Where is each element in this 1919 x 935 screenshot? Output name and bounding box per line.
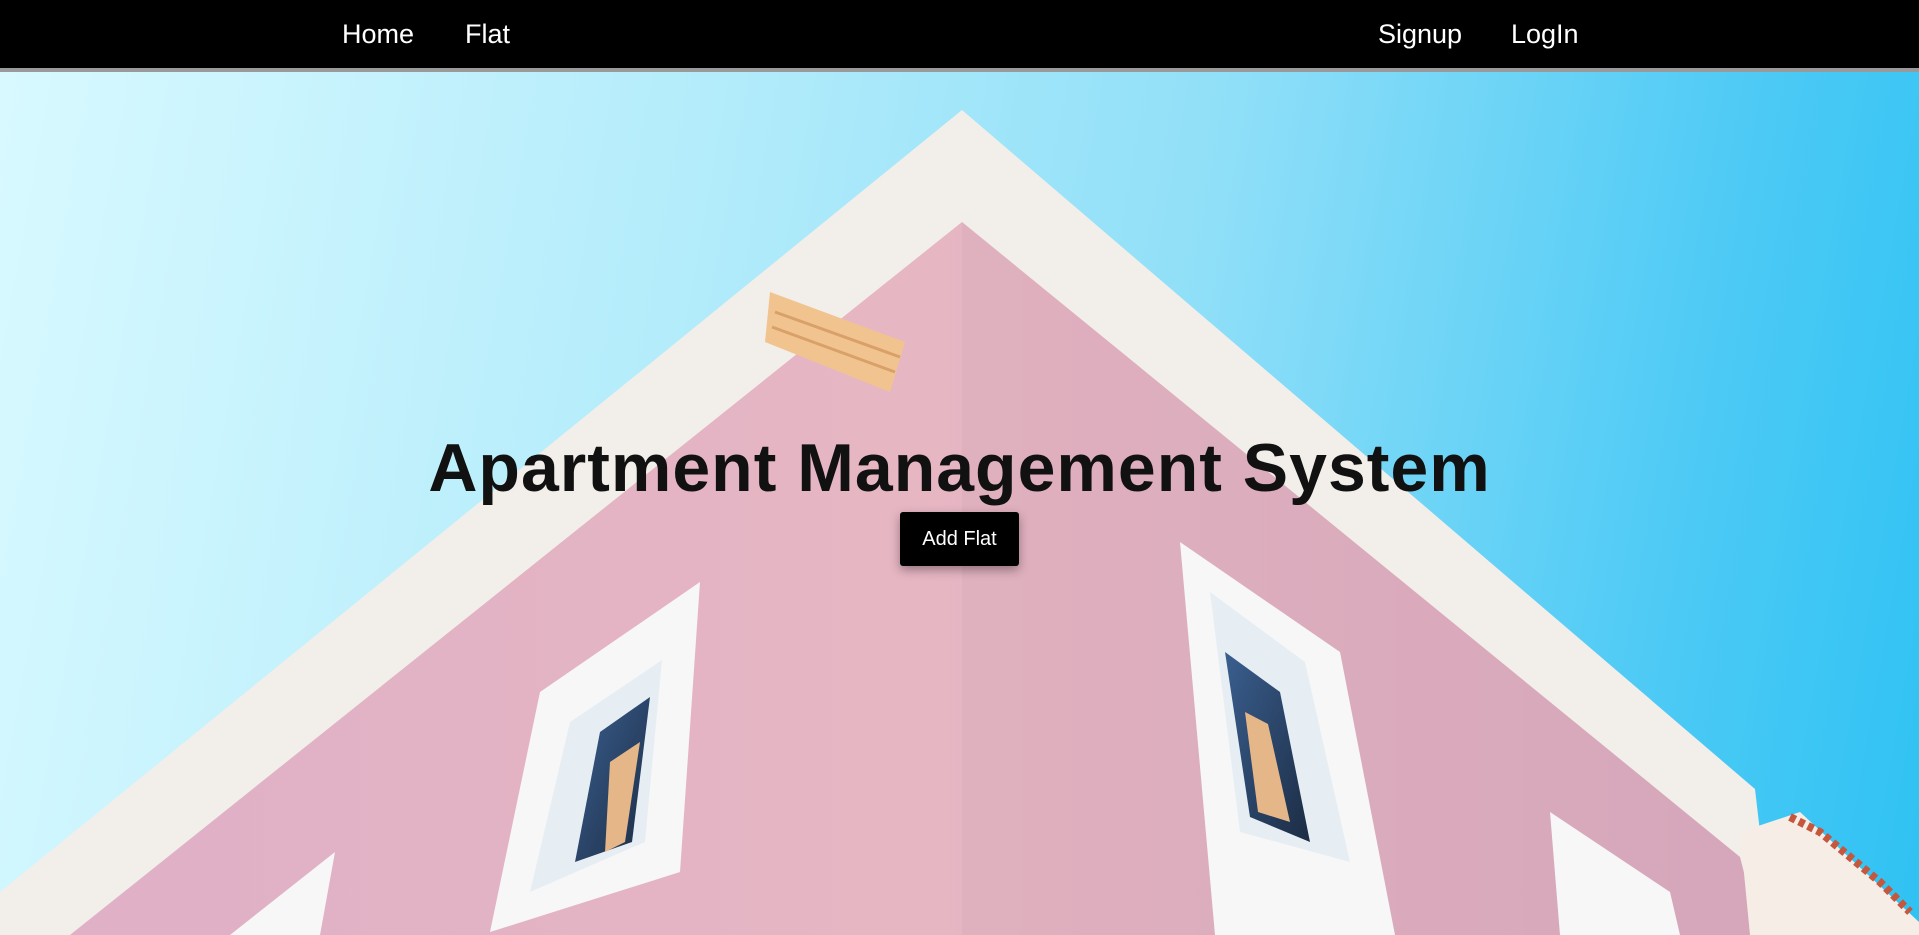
nav-link-flat[interactable]: Flat <box>465 17 510 51</box>
add-flat-button[interactable]: Add Flat <box>900 512 1019 566</box>
nav-link-login[interactable]: LogIn <box>1511 17 1579 51</box>
top-navbar: Home Flat Signup LogIn <box>0 0 1919 72</box>
hero-section: Apartment Management System Add Flat <box>0 72 1919 935</box>
nav-link-signup[interactable]: Signup <box>1378 17 1462 51</box>
nav-link-home[interactable]: Home <box>342 17 414 51</box>
page-title: Apartment Management System <box>428 429 1491 506</box>
